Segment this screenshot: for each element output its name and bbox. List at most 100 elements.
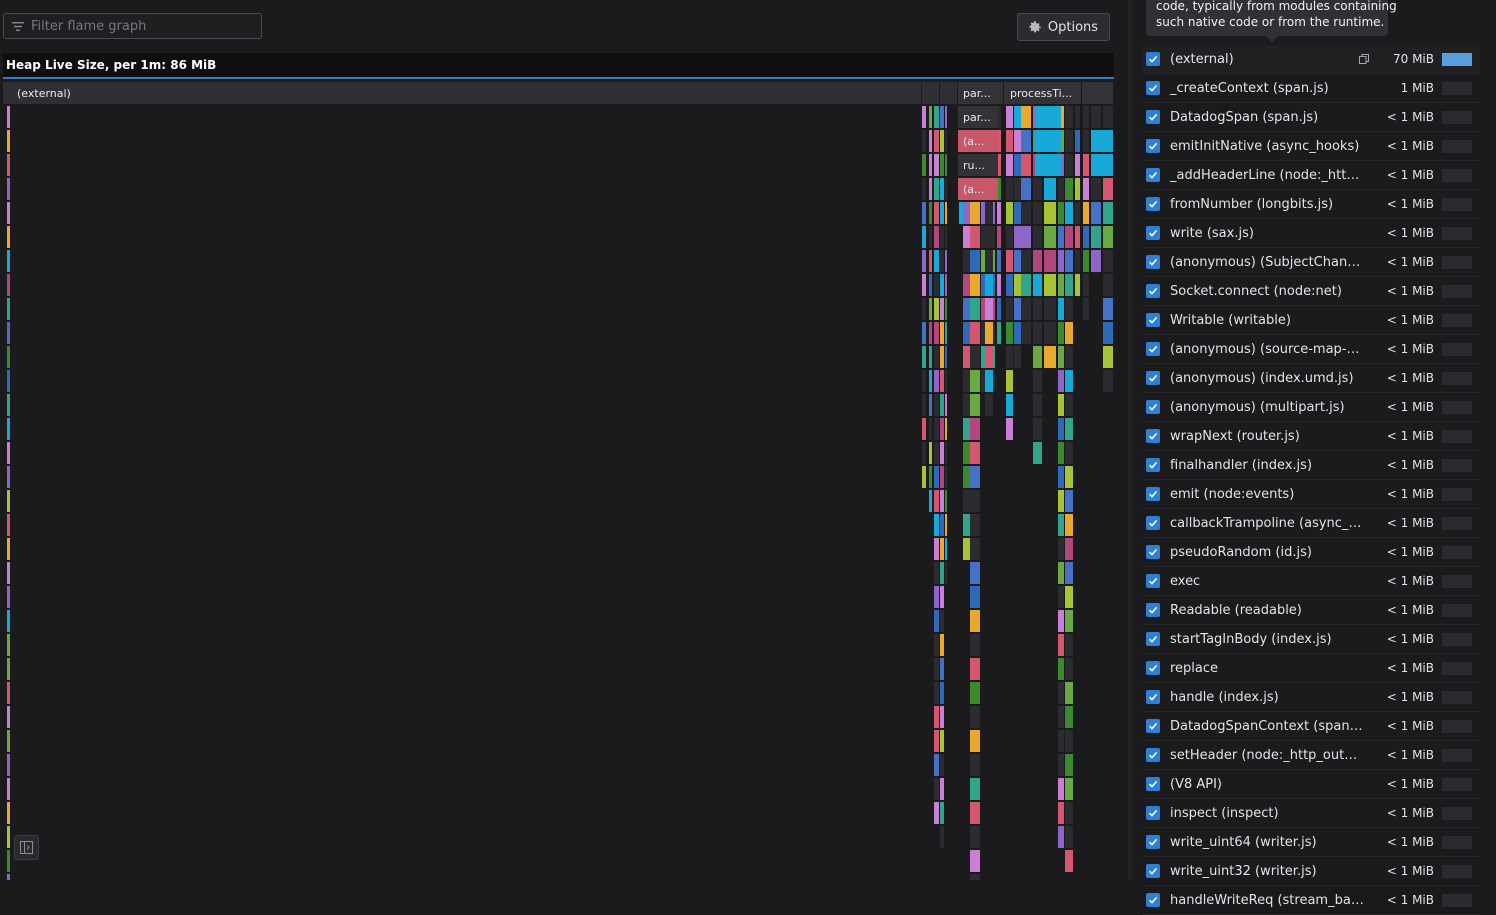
flame-frame[interactable] bbox=[997, 250, 1001, 272]
filter-input[interactable] bbox=[31, 18, 251, 34]
flame-frame[interactable] bbox=[1058, 370, 1064, 392]
checkbox[interactable] bbox=[1146, 226, 1160, 240]
flame-frame[interactable] bbox=[1033, 298, 1042, 320]
checkbox[interactable] bbox=[1146, 487, 1160, 501]
flame-frame[interactable] bbox=[1006, 226, 1013, 248]
flame-frame[interactable] bbox=[1065, 658, 1073, 680]
flame-frame[interactable] bbox=[1091, 250, 1101, 272]
flame-frame[interactable] bbox=[929, 226, 932, 248]
flame-frame[interactable] bbox=[945, 466, 947, 488]
checkbox[interactable] bbox=[1146, 429, 1160, 443]
flame-frame[interactable] bbox=[945, 250, 947, 272]
flame-frame-sliver[interactable] bbox=[7, 178, 10, 200]
flame-frame[interactable] bbox=[970, 490, 980, 512]
flame-frame[interactable] bbox=[1058, 418, 1064, 440]
flame-frame[interactable] bbox=[940, 490, 944, 512]
flame-graph-canvas[interactable]: (external) par... processTi... par... (a… bbox=[3, 82, 1115, 880]
flame-frame[interactable] bbox=[1006, 178, 1013, 200]
flame-frame[interactable] bbox=[940, 250, 944, 272]
flame-frame[interactable] bbox=[945, 490, 947, 512]
flame-frame[interactable] bbox=[1014, 250, 1021, 272]
flame-frame-sliver[interactable] bbox=[7, 322, 10, 344]
flame-frame[interactable] bbox=[970, 514, 980, 536]
flame-frame[interactable] bbox=[1058, 562, 1064, 584]
flame-frame[interactable] bbox=[1065, 826, 1073, 848]
flame-frame[interactable] bbox=[1058, 610, 1064, 632]
legend-row[interactable]: setHeader (node:_http_outgoin... < 1 MiB bbox=[1142, 741, 1480, 770]
flame-frame[interactable] bbox=[934, 154, 939, 176]
flame-frame-sliver[interactable] bbox=[7, 346, 10, 368]
flame-frame-separator[interactable] bbox=[939, 82, 940, 104]
flame-frame-sliver[interactable] bbox=[7, 514, 10, 536]
flame-frame[interactable] bbox=[1058, 514, 1064, 536]
flame-frame[interactable] bbox=[922, 202, 926, 224]
flame-frame[interactable] bbox=[922, 154, 926, 176]
flame-frame[interactable] bbox=[934, 130, 939, 152]
flame-frame[interactable] bbox=[1044, 322, 1056, 344]
flame-frame-sliver[interactable] bbox=[7, 250, 10, 272]
flame-frame[interactable] bbox=[1058, 730, 1064, 752]
flame-frame[interactable] bbox=[1065, 202, 1073, 224]
flame-frame[interactable] bbox=[1065, 106, 1073, 128]
legend-row[interactable]: inspect (inspect) < 1 MiB bbox=[1142, 799, 1480, 828]
flame-frame[interactable] bbox=[1006, 418, 1013, 440]
flame-frame[interactable] bbox=[1065, 226, 1073, 248]
flame-frame[interactable] bbox=[1075, 250, 1080, 272]
flame-frame[interactable] bbox=[1083, 130, 1089, 152]
legend-row[interactable]: emit (node:events) < 1 MiB bbox=[1142, 480, 1480, 509]
checkbox[interactable] bbox=[1146, 516, 1160, 530]
flame-frame[interactable] bbox=[970, 586, 980, 608]
flame-frame[interactable] bbox=[1021, 130, 1031, 152]
flame-frame[interactable] bbox=[997, 274, 1001, 296]
toggle-panel-button[interactable] bbox=[14, 835, 39, 860]
flame-frame[interactable] bbox=[970, 682, 980, 704]
flame-frame[interactable] bbox=[1065, 442, 1073, 464]
flame-frame[interactable] bbox=[1065, 250, 1073, 272]
flame-frame[interactable] bbox=[1044, 298, 1056, 320]
flame-frame-sliver[interactable] bbox=[7, 202, 10, 224]
flame-frame[interactable] bbox=[1058, 250, 1064, 272]
flame-frame[interactable] bbox=[934, 538, 939, 560]
flame-frame[interactable] bbox=[934, 322, 939, 344]
flame-frame[interactable] bbox=[1006, 106, 1013, 128]
flame-frame[interactable] bbox=[1065, 130, 1073, 152]
flame-frame[interactable] bbox=[922, 106, 926, 128]
flame-frame[interactable] bbox=[1033, 178, 1042, 200]
frame-label-root[interactable]: (external) bbox=[17, 83, 317, 105]
flame-frame[interactable] bbox=[1044, 250, 1056, 272]
flame-frame[interactable] bbox=[922, 418, 926, 440]
flame-frame[interactable] bbox=[1044, 226, 1056, 248]
flame-frame[interactable] bbox=[1075, 274, 1080, 296]
flame-frame[interactable] bbox=[934, 298, 939, 320]
flame-frame[interactable] bbox=[1065, 514, 1073, 536]
flame-frame[interactable] bbox=[1006, 130, 1013, 152]
flame-frame[interactable] bbox=[970, 706, 980, 728]
checkbox[interactable] bbox=[1146, 603, 1160, 617]
flame-frame-sliver[interactable] bbox=[7, 778, 10, 800]
checkbox[interactable] bbox=[1146, 139, 1160, 153]
flame-frame[interactable] bbox=[929, 178, 932, 200]
flame-frame[interactable] bbox=[1014, 226, 1021, 248]
legend-row[interactable]: Socket.connect (node:net) < 1 MiB bbox=[1142, 277, 1480, 306]
flame-frame[interactable] bbox=[1075, 202, 1080, 224]
flame-frame[interactable] bbox=[985, 250, 993, 272]
flame-frame[interactable] bbox=[1035, 106, 1061, 128]
flame-frame[interactable] bbox=[940, 682, 944, 704]
flame-frame[interactable] bbox=[929, 250, 932, 272]
flame-frame[interactable] bbox=[1065, 610, 1073, 632]
flame-frame[interactable] bbox=[1058, 826, 1064, 848]
flame-frame[interactable] bbox=[970, 442, 980, 464]
flame-frame[interactable] bbox=[929, 418, 932, 440]
flame-frame[interactable] bbox=[945, 394, 947, 416]
flame-frame[interactable] bbox=[1058, 706, 1064, 728]
flame-frame[interactable] bbox=[1065, 538, 1073, 560]
flame-frame[interactable] bbox=[940, 202, 944, 224]
options-button[interactable]: Options bbox=[1017, 13, 1110, 41]
checkbox[interactable] bbox=[1146, 342, 1160, 356]
flame-frame[interactable] bbox=[940, 106, 944, 128]
flame-frame[interactable] bbox=[970, 754, 980, 776]
flame-frame[interactable] bbox=[945, 370, 947, 392]
flame-frame[interactable] bbox=[945, 106, 947, 128]
flame-frame[interactable] bbox=[1091, 178, 1101, 200]
flame-frame[interactable] bbox=[934, 466, 939, 488]
